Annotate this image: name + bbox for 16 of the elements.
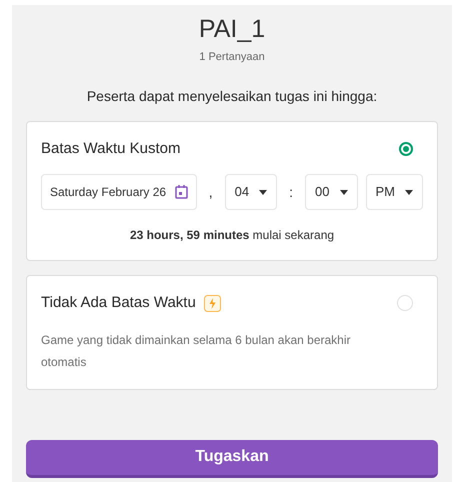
option-card[interactable]: Tidak Ada Batas Waktu Game yang tidak dimainkan selama 6 bulan akan berakhir otomatis (26, 275, 438, 390)
option-description: Game yang tidak dimainkan selama 6 bulan akan berakhir otomatis (41, 332, 352, 370)
dropdown-select[interactable]: 00 (305, 174, 358, 210)
separator-text: : (289, 182, 294, 202)
prompt-text: Peserta dapat menyelesaikan tugas ini hingga: (86, 86, 378, 106)
quiz-title: PAI_1 (198, 14, 266, 45)
dropdown-select[interactable]: PM (366, 174, 423, 210)
option-title: Tidak Ada Batas Waktu (41, 293, 196, 313)
assign-button[interactable]: Tugaskan (26, 440, 438, 478)
duration-text: 23 hours, 59 minutes mulai sekarang (128, 227, 336, 244)
option-title: Batas Waktu Kustom (41, 138, 180, 158)
option-card[interactable]: Batas Waktu Kustom Saturday February 26 , 04 : 00 PM 23 hours, 59 minutes mulai sekarang (26, 120, 438, 261)
separator-text: , (208, 182, 213, 202)
question-count: 1 Pertanyaan (199, 50, 265, 65)
date-field[interactable]: Saturday February 26 (41, 174, 197, 210)
dropdown-select[interactable]: 04 (224, 174, 278, 210)
